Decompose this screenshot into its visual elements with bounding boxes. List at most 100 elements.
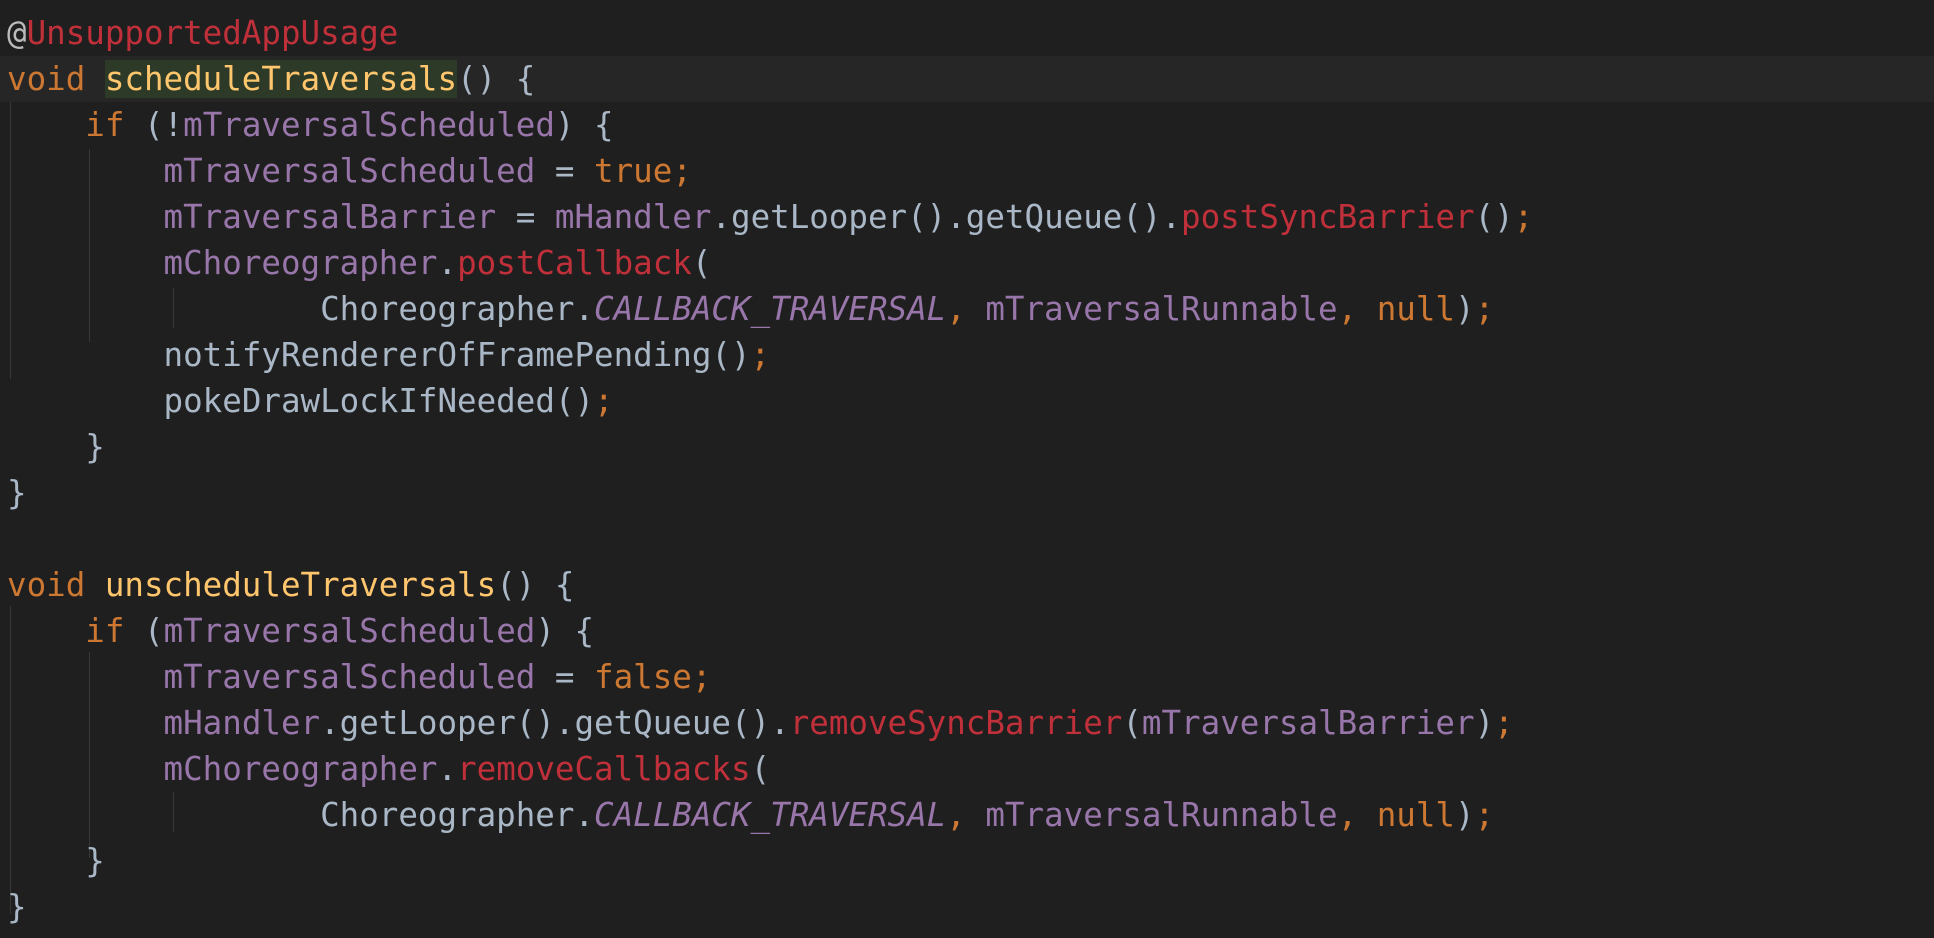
code-line-content: @UnsupportedAppUsage xyxy=(7,10,398,56)
code-line[interactable]: if (mTraversalScheduled) { xyxy=(0,608,1934,654)
code-token: ( xyxy=(750,750,771,788)
code-token: } xyxy=(7,888,27,926)
code-line[interactable]: mTraversalScheduled = true; xyxy=(0,148,1934,194)
code-token: ) { xyxy=(535,612,595,650)
code-token: .getLooper().getQueue(). xyxy=(320,704,790,742)
code-token: mHandler xyxy=(554,198,712,236)
code-line-content: if (!mTraversalScheduled) { xyxy=(7,102,614,148)
code-token: if xyxy=(85,106,144,144)
code-token: = xyxy=(535,658,595,696)
code-token: ; xyxy=(594,382,614,420)
code-token: mHandler xyxy=(163,704,321,742)
code-token: mTraversalRunnable xyxy=(985,290,1338,328)
code-token: ) xyxy=(1474,704,1495,742)
code-token: postSyncBarrier xyxy=(1181,198,1475,236)
code-line-content: if (mTraversalScheduled) { xyxy=(7,608,594,654)
code-token: false xyxy=(594,658,692,696)
code-editor[interactable]: @UnsupportedAppUsage void scheduleTravers… xyxy=(0,0,1934,938)
code-token: ; xyxy=(750,336,771,374)
code-line[interactable]: } xyxy=(0,470,1934,516)
code-token: mChoreographer xyxy=(163,244,438,282)
code-token: (! xyxy=(143,106,184,144)
code-line[interactable]: mChoreographer.removeCallbacks( xyxy=(0,746,1934,792)
code-line-content: Choreographer.CALLBACK_TRAVERSAL, mTrave… xyxy=(7,286,1494,332)
code-token: = xyxy=(496,198,555,236)
code-token: () { xyxy=(496,566,575,604)
code-token: postCallback xyxy=(457,244,692,282)
code-token: UnsupportedAppUsage xyxy=(26,14,399,52)
code-token: unscheduleTraversals xyxy=(104,566,497,604)
code-token: () xyxy=(1474,198,1514,236)
code-token: CALLBACK_TRAVERSAL xyxy=(594,290,947,328)
code-token: ) { xyxy=(554,106,614,144)
code-line[interactable]: mChoreographer.postCallback( xyxy=(0,240,1934,286)
code-line-content: mTraversalScheduled = false; xyxy=(7,654,712,700)
code-token: mTraversalBarrier xyxy=(163,198,497,236)
code-token: = xyxy=(535,152,595,190)
code-token: mTraversalScheduled xyxy=(163,612,536,650)
code-token: ; xyxy=(1494,704,1514,742)
code-line[interactable]: } xyxy=(0,838,1934,884)
code-line[interactable]: mHandler.getLooper().getQueue().removeSy… xyxy=(0,700,1934,746)
code-token: removeCallbacks xyxy=(457,750,751,788)
code-token: ; xyxy=(1474,290,1495,328)
code-line-content: void unscheduleTraversals() { xyxy=(7,562,574,608)
code-token: Choreographer. xyxy=(320,796,595,834)
code-token: notifyRendererOfFramePending() xyxy=(163,336,751,374)
code-token: @ xyxy=(7,14,27,52)
code-line[interactable]: mTraversalBarrier = mHandler.getLooper()… xyxy=(0,194,1934,240)
code-token: , xyxy=(1337,290,1377,328)
code-line[interactable]: void scheduleTraversals() { xyxy=(0,56,1934,102)
code-token: if xyxy=(85,612,144,650)
code-token: ) xyxy=(1454,290,1475,328)
code-token: } xyxy=(85,428,105,466)
code-line-content: Choreographer.CALLBACK_TRAVERSAL, mTrave… xyxy=(7,792,1494,838)
code-line[interactable]: } xyxy=(0,424,1934,470)
code-token: . xyxy=(437,244,458,282)
code-line-content: } xyxy=(7,424,105,470)
code-token: Choreographer. xyxy=(320,290,595,328)
code-line-content: } xyxy=(7,838,105,884)
code-token: void xyxy=(7,566,105,604)
code-line[interactable]: Choreographer.CALLBACK_TRAVERSAL, mTrave… xyxy=(0,792,1934,838)
code-line[interactable]: @UnsupportedAppUsage xyxy=(0,10,1934,56)
code-token: pokeDrawLockIfNeeded() xyxy=(163,382,595,420)
code-token: true xyxy=(594,152,673,190)
code-line[interactable]: pokeDrawLockIfNeeded(); xyxy=(0,378,1934,424)
code-line-content: void scheduleTraversals() { xyxy=(7,56,535,102)
code-line[interactable] xyxy=(0,516,1934,562)
code-token: } xyxy=(7,474,27,512)
code-token: ( xyxy=(143,612,164,650)
code-line[interactable]: notifyRendererOfFramePending(); xyxy=(0,332,1934,378)
code-token: ( xyxy=(1122,704,1142,742)
code-line-content: mChoreographer.postCallback( xyxy=(7,240,712,286)
code-token: .getLooper().getQueue(). xyxy=(711,198,1182,236)
code-line[interactable]: mTraversalScheduled = false; xyxy=(0,654,1934,700)
code-line[interactable]: } xyxy=(0,884,1934,930)
code-line-content: notifyRendererOfFramePending(); xyxy=(7,332,771,378)
code-token: () { xyxy=(457,60,536,98)
code-line-content: mHandler.getLooper().getQueue().removeSy… xyxy=(7,700,1514,746)
code-token: , xyxy=(1337,796,1377,834)
code-line[interactable]: Choreographer.CALLBACK_TRAVERSAL, mTrave… xyxy=(0,286,1934,332)
code-token: mTraversalBarrier xyxy=(1141,704,1475,742)
code-token: . xyxy=(437,750,458,788)
code-token: null xyxy=(1376,290,1455,328)
code-token: ; xyxy=(1474,796,1495,834)
code-token: ( xyxy=(691,244,712,282)
code-line[interactable]: if (!mTraversalScheduled) { xyxy=(0,102,1934,148)
code-token: mTraversalScheduled xyxy=(183,106,555,144)
code-line[interactable]: void unscheduleTraversals() { xyxy=(0,562,1934,608)
code-line-content: } xyxy=(7,884,27,930)
code-token: removeSyncBarrier xyxy=(789,704,1123,742)
code-token: ; xyxy=(1513,198,1534,236)
